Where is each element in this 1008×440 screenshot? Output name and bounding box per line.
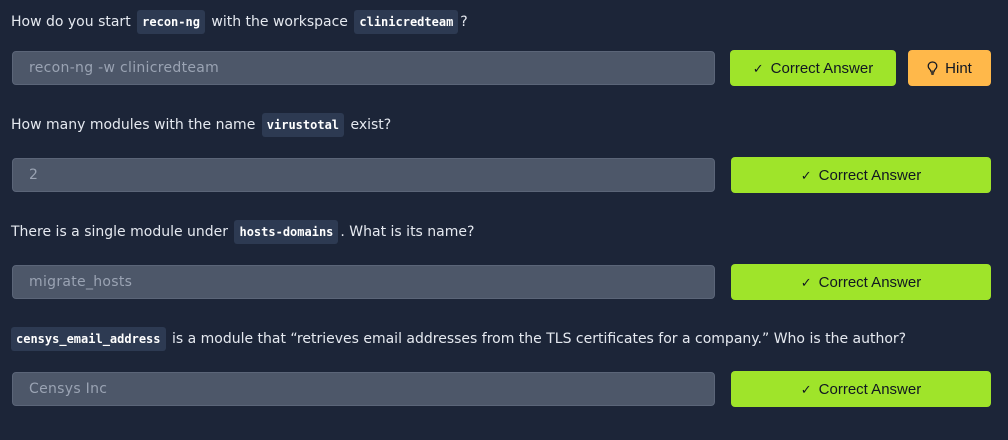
task-questions: How do you start recon-ng with the works… (0, 0, 1008, 440)
check-icon: ✓ (752, 60, 764, 76)
question-3-prefix: There is a single module under (11, 224, 233, 240)
inline-code-workspace: clinicredteam (354, 10, 459, 34)
inline-code-censys-email-address: censys_email_address (11, 327, 166, 351)
question-3-suffix: . What is its name? (340, 224, 475, 240)
lightbulb-icon (927, 61, 938, 75)
correct-answer-button-4[interactable]: ✓ Correct Answer (731, 371, 991, 407)
inline-code-hosts-domains: hosts-domains (234, 220, 339, 244)
question-1-suffix: ? (460, 14, 468, 30)
correct-answer-label-2: Correct Answer (818, 166, 922, 184)
question-1-middle: with the workspace (206, 14, 353, 30)
hint-button[interactable]: Hint (908, 50, 991, 86)
question-3-text: There is a single module under hosts-dom… (11, 220, 474, 244)
question-1-prefix: How do you start (11, 14, 136, 30)
correct-answer-button-2[interactable]: ✓ Correct Answer (731, 157, 991, 193)
answer-field-2[interactable]: 2 (12, 158, 715, 192)
answer-field-4[interactable]: Censys Inc (12, 372, 715, 406)
answer-field-1[interactable]: recon-ng -w clinicredteam (12, 51, 715, 85)
correct-answer-button-1[interactable]: ✓ Correct Answer (730, 50, 896, 86)
check-icon: ✓ (800, 274, 812, 290)
question-2-text: How many modules with the name virustota… (11, 113, 391, 137)
question-2-prefix: How many modules with the name (11, 117, 260, 133)
correct-answer-label-1: Correct Answer (770, 59, 874, 77)
question-4-text: censys_email_address is a module that “r… (11, 327, 906, 351)
question-4-suffix: is a module that “retrieves email addres… (167, 331, 907, 347)
question-2-suffix: exist? (346, 117, 392, 133)
correct-answer-label-3: Correct Answer (818, 273, 922, 291)
check-icon: ✓ (800, 381, 812, 397)
correct-answer-button-3[interactable]: ✓ Correct Answer (731, 264, 991, 300)
answer-field-3[interactable]: migrate_hosts (12, 265, 715, 299)
check-icon: ✓ (800, 167, 812, 183)
inline-code-virustotal: virustotal (261, 113, 345, 137)
question-1-text: How do you start recon-ng with the works… (11, 10, 468, 34)
correct-answer-label-4: Correct Answer (818, 380, 922, 398)
hint-label: Hint (945, 59, 972, 77)
inline-code-recon-ng: recon-ng (137, 10, 205, 34)
